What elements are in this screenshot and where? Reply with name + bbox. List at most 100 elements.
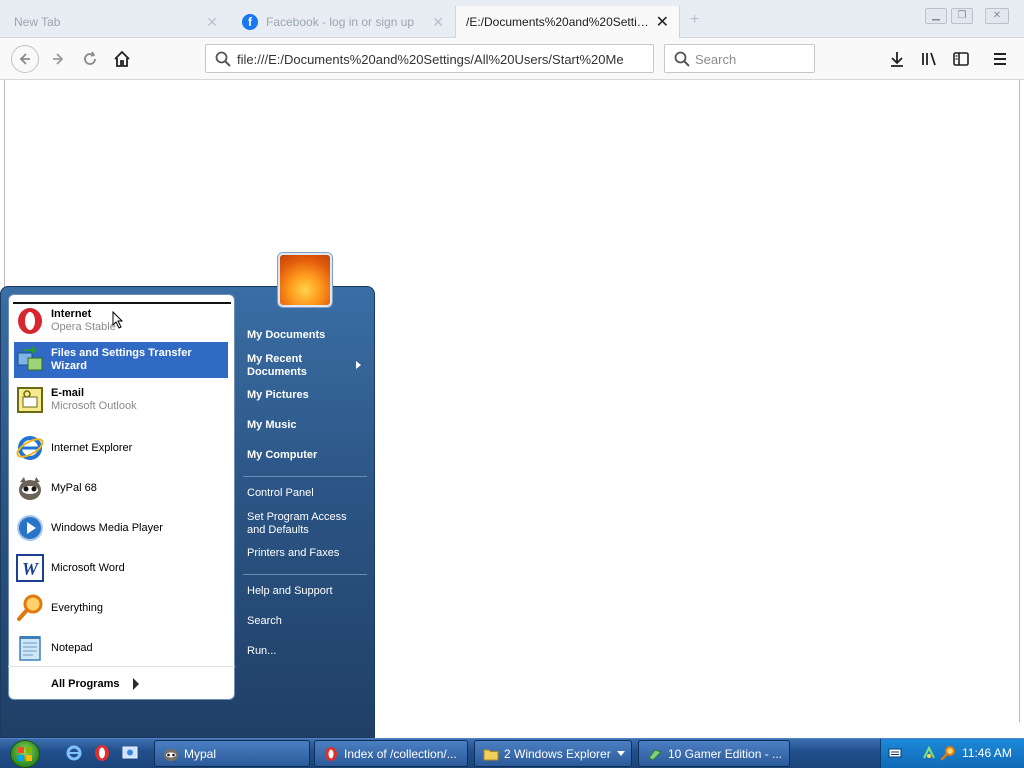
menu-item-run[interactable]: Run... bbox=[247, 645, 276, 658]
menu-item-mypal[interactable]: MyPal 68 bbox=[14, 472, 228, 504]
taskbar-button-opera[interactable]: Index of /collection/... bbox=[314, 740, 468, 767]
menu-item-email[interactable]: E-mail Microsoft Outlook bbox=[14, 384, 228, 416]
menu-item-transfer-wizard[interactable]: Files and Settings Transfer Wizard bbox=[14, 342, 228, 378]
menu-item-title: Files and Settings Transfer Wizard bbox=[51, 347, 192, 372]
opera-icon bbox=[325, 746, 337, 761]
menu-item-title: Windows Media Player bbox=[51, 521, 163, 534]
internet-explorer-icon bbox=[14, 432, 46, 464]
sidebar-icon[interactable] bbox=[948, 46, 974, 72]
tab-label: New Tab bbox=[14, 15, 61, 29]
divider bbox=[243, 574, 367, 575]
close-window-icon[interactable]: ✕ bbox=[985, 8, 1009, 24]
download-icon[interactable] bbox=[884, 46, 910, 72]
menu-item-subtitle: Opera Stable bbox=[51, 321, 116, 333]
search-input[interactable] bbox=[695, 49, 810, 69]
outlook-icon bbox=[14, 384, 46, 416]
search-icon bbox=[215, 51, 231, 67]
word-icon: W bbox=[14, 552, 46, 584]
menu-item-printers-faxes[interactable]: Printers and Faxes bbox=[247, 547, 339, 560]
mypal-icon bbox=[164, 748, 178, 761]
taskbar-button-mypal[interactable]: Mypal bbox=[154, 740, 310, 767]
menu-item-control-panel[interactable]: Control Panel bbox=[247, 487, 314, 500]
restore-icon[interactable]: ❐ bbox=[951, 8, 973, 24]
clock[interactable]: 11:46 AM bbox=[962, 746, 1012, 760]
menu-item-title: Microsoft Word bbox=[51, 561, 125, 574]
all-programs-label: All Programs bbox=[51, 677, 120, 690]
navigation-toolbar bbox=[0, 38, 1024, 80]
menu-item-internet-explorer[interactable]: Internet Explorer bbox=[14, 432, 228, 464]
tab-facebook[interactable]: f Facebook - log in or sign up ✕ bbox=[232, 6, 454, 38]
everything-search-icon bbox=[14, 592, 46, 624]
menu-hamburger-icon[interactable] bbox=[987, 46, 1013, 72]
close-icon[interactable]: ✕ bbox=[656, 12, 669, 32]
close-icon[interactable]: ✕ bbox=[206, 14, 218, 31]
network-icon[interactable] bbox=[921, 745, 937, 761]
url-input[interactable] bbox=[237, 49, 647, 69]
media-player-icon bbox=[14, 512, 46, 544]
back-arrow-icon[interactable] bbox=[11, 45, 39, 73]
everything-search-icon[interactable] bbox=[940, 745, 956, 761]
menu-item-title: Internet bbox=[51, 308, 92, 320]
menu-item-title: Everything bbox=[51, 601, 103, 614]
user-avatar[interactable] bbox=[278, 253, 332, 307]
menu-item-title: E-mail bbox=[51, 387, 85, 399]
menu-item-my-music[interactable]: My Music bbox=[247, 419, 297, 432]
tab-bar: New Tab ✕ f Facebook - log in or sign up… bbox=[0, 0, 1024, 38]
start-button[interactable] bbox=[10, 740, 40, 768]
menu-item-program-access[interactable]: Set Program Access and Defaults bbox=[247, 511, 347, 537]
menu-item-search[interactable]: Search bbox=[247, 615, 282, 628]
library-icon[interactable] bbox=[916, 46, 942, 72]
address-bar[interactable] bbox=[205, 44, 654, 73]
show-desktop-icon[interactable] bbox=[120, 743, 140, 763]
search-icon bbox=[674, 51, 690, 67]
menu-item-my-pictures[interactable]: My Pictures bbox=[247, 389, 309, 402]
menu-item-title: Notepad bbox=[51, 641, 93, 654]
menu-item-title: Internet Explorer bbox=[51, 441, 133, 454]
forward-arrow-icon[interactable] bbox=[45, 46, 71, 72]
taskbar-button-label: Index of /collection/... bbox=[344, 746, 457, 761]
taskbar-button-label: Mypal bbox=[184, 746, 217, 761]
arrow-right-icon bbox=[133, 677, 140, 690]
taskbar-button-label: 2 Windows Explorer bbox=[504, 746, 611, 761]
app-icon bbox=[648, 748, 662, 761]
chevron-down-icon bbox=[617, 751, 625, 756]
menu-item-my-documents[interactable]: My Documents bbox=[247, 329, 325, 342]
transfer-wizard-icon bbox=[14, 344, 46, 376]
svg-text:W: W bbox=[22, 559, 40, 579]
search-box[interactable] bbox=[664, 44, 815, 73]
taskbar-button-windows-explorer[interactable]: 2 Windows Explorer bbox=[474, 740, 632, 767]
menu-item-title: MyPal 68 bbox=[51, 481, 97, 494]
divider bbox=[243, 476, 367, 477]
close-icon[interactable]: ✕ bbox=[432, 14, 444, 31]
menu-item-subtitle: Microsoft Outlook bbox=[51, 400, 137, 412]
notepad-icon bbox=[14, 632, 46, 664]
taskbar-button-label: 10 Gamer Edition - ... bbox=[668, 746, 783, 761]
internet-explorer-icon[interactable] bbox=[64, 743, 84, 763]
menu-item-help-support[interactable]: Help and Support bbox=[247, 585, 333, 598]
keyboard-icon[interactable] bbox=[887, 745, 903, 761]
facebook-icon: f bbox=[242, 14, 258, 30]
menu-item-notepad[interactable]: Notepad bbox=[14, 632, 228, 664]
tab-new-tab[interactable]: New Tab ✕ bbox=[4, 6, 228, 38]
windows-logo-icon bbox=[18, 747, 32, 761]
folder-icon bbox=[483, 749, 499, 760]
new-tab-plus-icon[interactable]: + bbox=[690, 11, 699, 29]
minimize-icon[interactable]: ▁ bbox=[925, 8, 947, 24]
taskbar-button-gamer-edition[interactable]: 10 Gamer Edition - ... bbox=[638, 740, 790, 767]
opera-icon bbox=[14, 305, 46, 337]
menu-item-media-player[interactable]: Windows Media Player bbox=[14, 512, 228, 544]
tab-active-file[interactable]: /E:/Documents%20and%20Settings/A ✕ bbox=[455, 6, 680, 38]
all-programs-button[interactable]: All Programs bbox=[8, 666, 235, 700]
menu-item-my-recent-documents[interactable]: My Recent Documents bbox=[247, 353, 307, 379]
menu-item-word[interactable]: W Microsoft Word bbox=[14, 552, 228, 584]
menu-item-my-computer[interactable]: My Computer bbox=[247, 449, 317, 462]
mouse-cursor-icon bbox=[112, 311, 124, 329]
tab-label: /E:/Documents%20and%20Settings/A bbox=[466, 15, 651, 29]
menu-item-everything[interactable]: Everything bbox=[14, 592, 228, 624]
opera-icon[interactable] bbox=[92, 743, 112, 763]
mypal-icon bbox=[14, 472, 46, 504]
divider bbox=[13, 302, 231, 304]
reload-icon[interactable] bbox=[77, 46, 103, 72]
home-icon[interactable] bbox=[109, 46, 135, 72]
submenu-arrow-icon bbox=[356, 361, 361, 369]
